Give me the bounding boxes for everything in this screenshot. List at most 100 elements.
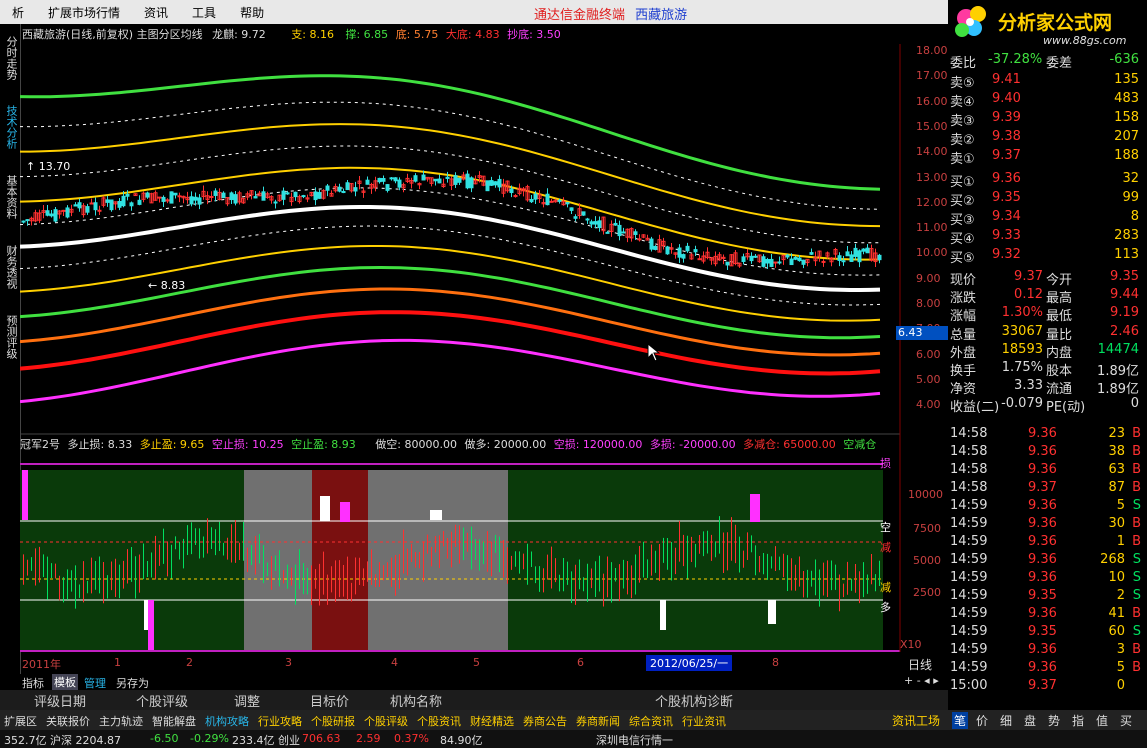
buy-row[interactable]: 买④ 9.33 283 xyxy=(948,228,1147,247)
chart-title: 西藏旅游(日线,前复权) 主图分区均线 xyxy=(22,28,203,41)
tab-intraday[interactable]: 分时走势 xyxy=(0,24,20,92)
info-tab[interactable]: 券商公告 xyxy=(523,713,567,729)
time-cursor-date: 2012/06/25/一 xyxy=(646,655,733,671)
info-tab[interactable]: 扩展区 xyxy=(4,713,37,729)
info-tab[interactable]: 智能解盘 xyxy=(152,713,196,729)
right-info-tab[interactable]: 价 xyxy=(976,712,988,729)
col-institution-diagnosis[interactable]: 个股机构诊断 xyxy=(655,691,733,710)
tick-row: 14:59 9.36 5 B xyxy=(948,660,1147,678)
status-cy-pct: 0.37% xyxy=(394,732,429,745)
tab-financial[interactable]: 财务透视 xyxy=(0,232,20,302)
tab-technical[interactable]: 技术分析 xyxy=(0,92,20,162)
tick-price: 9.36 xyxy=(1028,534,1057,549)
col-adjust[interactable]: 调整 xyxy=(234,691,260,710)
sell-row[interactable]: 卖④ 9.40 483 xyxy=(948,91,1147,110)
order-volume: 483 xyxy=(1114,91,1139,106)
period-label[interactable]: 日线 xyxy=(908,656,932,673)
buy-row[interactable]: 买③ 9.34 8 xyxy=(948,209,1147,228)
stat-label: 外盘 xyxy=(950,345,977,361)
kline-chart[interactable]: ↑ 13.70 ← 8.83 xyxy=(20,24,948,654)
sell-row[interactable]: 卖⑤ 9.41 135 xyxy=(948,72,1147,91)
stat-value: 9.19 xyxy=(1110,305,1139,321)
stat-value: 1.89亿 xyxy=(1097,364,1139,379)
info-tab[interactable]: 关联报价 xyxy=(46,713,90,729)
tick-price: 9.36 xyxy=(1028,516,1057,531)
info-tab[interactable]: 行业攻略 xyxy=(258,713,302,729)
col-stock-rating[interactable]: 个股评级 xyxy=(136,691,188,710)
right-info-tab[interactable]: 细 xyxy=(1000,712,1012,729)
buy-row[interactable]: 买⑤ 9.32 113 xyxy=(948,247,1147,266)
tick-row: 14:58 9.37 87 B xyxy=(948,480,1147,498)
ind-short-stop: 空止损: 10.25 xyxy=(211,438,284,451)
info-tab[interactable]: 机构攻略 xyxy=(205,713,249,729)
col-institution-name[interactable]: 机构名称 xyxy=(390,691,442,710)
status-message: 深圳电信行情一 xyxy=(596,734,673,747)
col-rating-date[interactable]: 评级日期 xyxy=(34,691,86,710)
zoom-controls[interactable]: + - ◂ ▸ xyxy=(904,674,939,687)
stat-value: 1.89亿 xyxy=(1097,382,1139,398)
tick-price: 9.36 xyxy=(1028,660,1057,675)
info-tab[interactable]: 主力轨迹 xyxy=(99,713,143,729)
sell-row[interactable]: 卖① 9.37 188 xyxy=(948,148,1147,167)
info-tab[interactable]: 个股资讯 xyxy=(417,713,461,729)
right-info-tab[interactable]: 势 xyxy=(1048,712,1060,729)
tick-time: 14:59 xyxy=(950,570,988,585)
tab-template[interactable]: 模板 xyxy=(52,674,78,690)
buy-row[interactable]: 买① 9.36 32 xyxy=(948,171,1147,190)
ind-take-profit: 多止盈: 9.65 xyxy=(139,438,205,451)
buy-row[interactable]: 买② 9.35 99 xyxy=(948,190,1147,209)
menu-item-tools[interactable]: 工具 xyxy=(180,4,228,21)
sell-row[interactable]: 卖② 9.38 207 xyxy=(948,129,1147,148)
chart-header: 西藏旅游(日线,前复权) 主图分区均线 龙麒: 9.72 支: 8.16 撑: … xyxy=(22,26,561,42)
candles xyxy=(21,170,882,270)
tab-save-as[interactable]: 另存为 xyxy=(116,675,149,691)
tab-rating[interactable]: 预测评级 xyxy=(0,302,20,372)
info-tab[interactable]: 个股评级 xyxy=(364,713,408,729)
sell-row[interactable]: 卖③ 9.39 158 xyxy=(948,110,1147,129)
right-info-tab[interactable]: 买 xyxy=(1120,712,1132,729)
ind-do-short: 做空: 80000.00 xyxy=(375,438,458,451)
tick-side: B xyxy=(1132,480,1141,495)
tick-side: S xyxy=(1132,588,1141,603)
info-tab[interactable]: 券商新闻 xyxy=(576,713,620,729)
tab-basic-info[interactable]: 基本资料 xyxy=(0,162,20,232)
order-price: 9.39 xyxy=(992,110,1021,125)
tick-row: 14:59 9.36 10 S xyxy=(948,570,1147,588)
tick-time: 14:59 xyxy=(950,534,988,549)
menu-item-extended-market[interactable]: 扩展市场行情 xyxy=(36,4,132,21)
ratio-label: 委比 xyxy=(950,56,977,71)
brace-value: 撑: 6.85 xyxy=(345,28,389,41)
order-volume: 158 xyxy=(1114,110,1139,125)
info-tab[interactable]: 财经精选 xyxy=(470,713,514,729)
stat-row: 现价 9.37 今开 9.35 xyxy=(948,269,1147,288)
stat-row: 涨幅 1.30% 最低 9.19 xyxy=(948,305,1147,325)
right-info-tab[interactable]: 值 xyxy=(1096,712,1108,729)
right-info-tab[interactable]: 资讯工场 xyxy=(892,712,940,729)
info-tab[interactable]: 行业资讯 xyxy=(682,713,726,729)
tick-side: B xyxy=(1132,642,1141,657)
info-tab[interactable]: 个股研报 xyxy=(311,713,355,729)
info-tab[interactable]: 综合资讯 xyxy=(629,713,673,729)
menu-item-analysis[interactable]: 析 xyxy=(0,4,36,21)
support-value: 支: 8.16 xyxy=(291,28,334,41)
ind-side-reduce2: 减 xyxy=(880,581,891,594)
stat-row: 外盘 18593 内盘 14474 xyxy=(948,342,1147,361)
col-target-price[interactable]: 目标价 xyxy=(310,691,349,710)
diff-value: -636 xyxy=(1109,52,1139,67)
order-volume: 99 xyxy=(1122,190,1139,205)
tick-volume: 41 xyxy=(1108,606,1125,621)
main-chart-area[interactable]: ↑ 13.70 ← 8.83 西藏旅游(日线,前复权) 主图分区均线 龙麒: 9… xyxy=(20,24,950,672)
stat-value: 1.75% xyxy=(1001,360,1043,375)
menu-item-news[interactable]: 资讯 xyxy=(132,4,180,21)
ind-short-take: 空止盈: 8.93 xyxy=(291,438,356,451)
tick-volume: 30 xyxy=(1108,516,1125,531)
right-info-tab[interactable]: 盘 xyxy=(1024,712,1036,729)
menu-item-help[interactable]: 帮助 xyxy=(228,4,276,21)
status-cy-amount: 84.90亿 xyxy=(440,734,483,747)
tab-indicator[interactable]: 指标 xyxy=(22,675,44,691)
right-info-tab[interactable]: 笔 xyxy=(952,712,969,729)
stat-label: 涨幅 xyxy=(950,309,977,325)
tab-manage[interactable]: 管理 xyxy=(84,675,106,691)
right-info-tab[interactable]: 指 xyxy=(1072,712,1084,729)
app-title-text: 通达信金融终端 xyxy=(534,8,626,23)
